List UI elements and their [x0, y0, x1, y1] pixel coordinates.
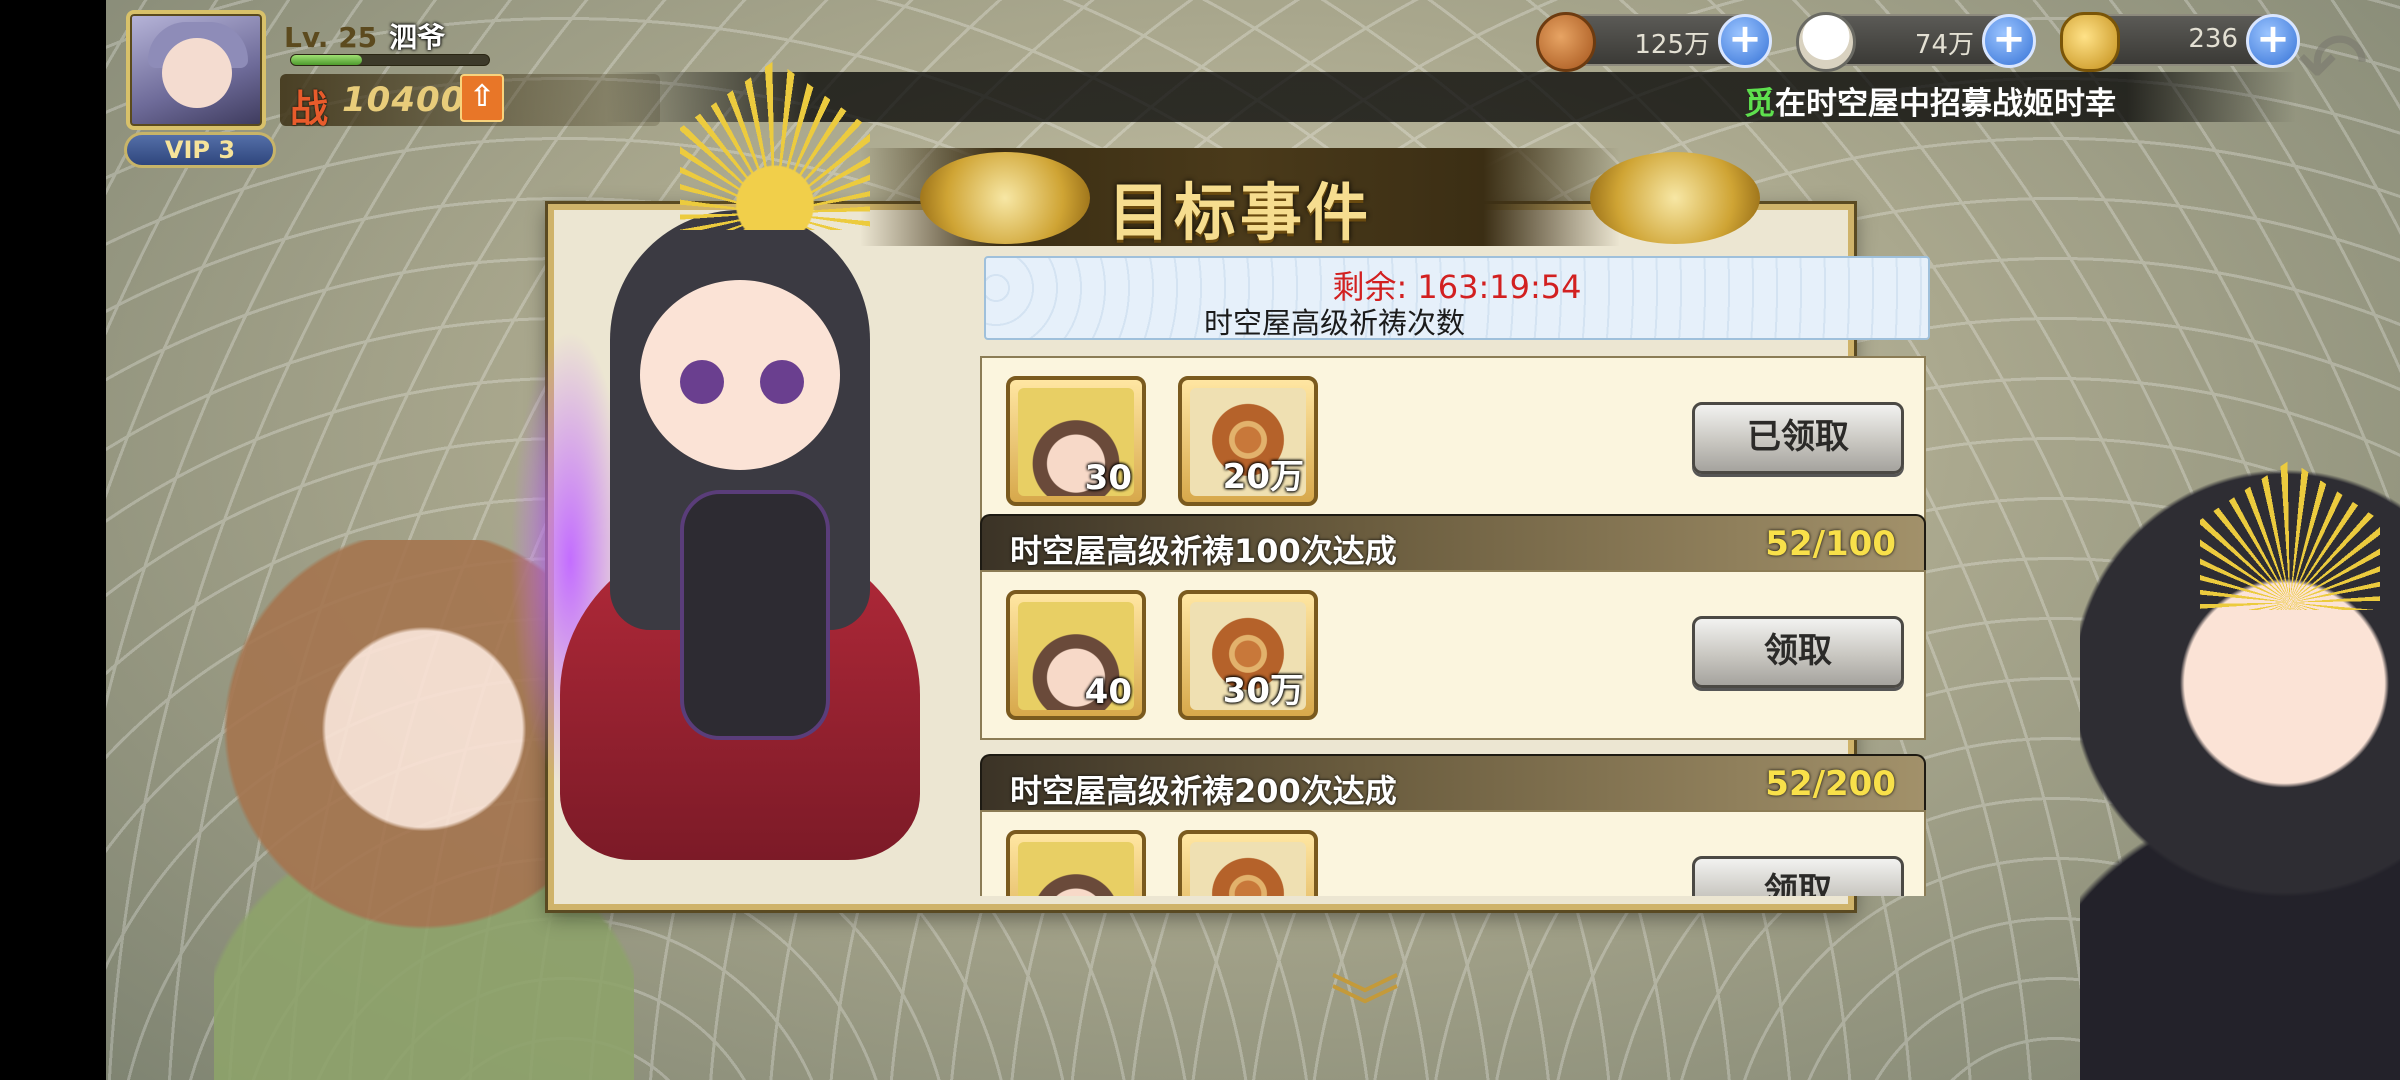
exp-bar-fill: [291, 55, 363, 65]
player-name: 泗爷: [389, 21, 446, 54]
claim-button[interactable]: 领取: [1692, 616, 1904, 688]
power-icon: 战: [290, 87, 329, 131]
rice-value: 74万: [1914, 30, 1974, 60]
task-list[interactable]: 30 20万 已领取 时空屋高级祈祷100次达成 52/100 40 30万 领…: [980, 356, 1930, 896]
task-body: 30 20万 已领取: [980, 356, 1926, 526]
event-subtitle: 时空屋高级祈祷次数: [1204, 306, 1466, 340]
claim-button[interactable]: 领取: [1692, 856, 1904, 896]
reward-qty: 30万: [1222, 671, 1304, 711]
marquee-text: 觅在时空屋中招募战姬时幸: [1744, 78, 2116, 123]
cloud-ornament-right: [1590, 152, 1760, 244]
hero-reward-icon[interactable]: 30: [1006, 376, 1146, 506]
task-progress: 52/100: [1765, 524, 1896, 564]
gold-ingot-icon: [2060, 12, 2120, 72]
back-button[interactable]: ↶: [2280, 21, 2386, 108]
task-body: 领取: [980, 810, 1926, 896]
marquee-message: 在时空屋中招募战姬时幸: [1775, 86, 2116, 122]
task-item: 30 20万 已领取: [980, 356, 1926, 526]
reward-qty: 40: [1084, 672, 1132, 712]
hero-reward-icon[interactable]: [1006, 830, 1146, 896]
crown-icon: [2200, 460, 2380, 610]
avatar-face: [162, 38, 232, 108]
task-item: 时空屋高级祈祷100次达成 52/100 40 30万 领取: [980, 514, 1926, 740]
reward-qty: 30: [1084, 458, 1132, 498]
gold-value: 236: [2188, 24, 2238, 54]
vip-badge[interactable]: VIP 3: [124, 132, 276, 168]
task-header: 时空屋高级祈祷200次达成 52/200: [980, 754, 1926, 810]
hero-reward-icon[interactable]: 40: [1006, 590, 1146, 720]
reward-qty: 20万: [1222, 457, 1304, 497]
cloud-ornament-left: [920, 152, 1090, 244]
add-rice-button[interactable]: +: [1982, 14, 2036, 68]
avatar[interactable]: [126, 10, 266, 130]
resource-rice: 74万 +: [1796, 12, 2036, 72]
task-item: 时空屋高级祈祷200次达成 52/200 领取: [980, 754, 1926, 896]
coin-reward-icon[interactable]: 30万: [1178, 590, 1318, 720]
hero-portrait: [1018, 842, 1134, 896]
level-label: Lv. 25: [284, 21, 378, 54]
task-name: 时空屋高级祈祷200次达成: [1010, 772, 1397, 810]
task-name: 时空屋高级祈祷100次达成: [1010, 532, 1397, 570]
scroll-down-icon[interactable]: ︾: [1320, 973, 1410, 1043]
coin-picture: [1190, 842, 1306, 896]
resource-coins: 125万 +: [1536, 12, 1772, 72]
task-header: 时空屋高级祈祷100次达成 52/100: [980, 514, 1926, 570]
resource-gold: 236 +: [2060, 12, 2300, 72]
add-coins-button[interactable]: +: [1718, 14, 1772, 68]
right-character-art: [2080, 460, 2400, 1080]
player-panel: VIP 3 Lv. 25 泗爷 战 104005 ⇧: [120, 6, 660, 168]
rice-ball-icon: [1796, 12, 1856, 72]
announcement-marquee: 觅在时空屋中招募战姬时幸: [606, 72, 2296, 122]
task-body: 40 30万 领取: [980, 570, 1926, 740]
coin-reward-icon[interactable]: [1178, 830, 1318, 896]
power-up-button[interactable]: ⇧: [460, 74, 504, 122]
task-progress: 52/200: [1765, 764, 1896, 804]
claimed-button[interactable]: 已领取: [1692, 402, 1904, 474]
coins-value: 125万: [1634, 30, 1710, 60]
marquee-highlight: 觅: [1744, 86, 1775, 122]
level-line: Lv. 25 泗爷: [284, 16, 445, 56]
exp-bar: [290, 54, 490, 66]
timer-box: 剩余: 163:19:54 时空屋高级祈祷次数: [984, 256, 1930, 340]
coin-icon: [1536, 12, 1596, 72]
coin-reward-icon[interactable]: 20万: [1178, 376, 1318, 506]
dialog-title-bar: 目标事件: [590, 138, 1890, 250]
